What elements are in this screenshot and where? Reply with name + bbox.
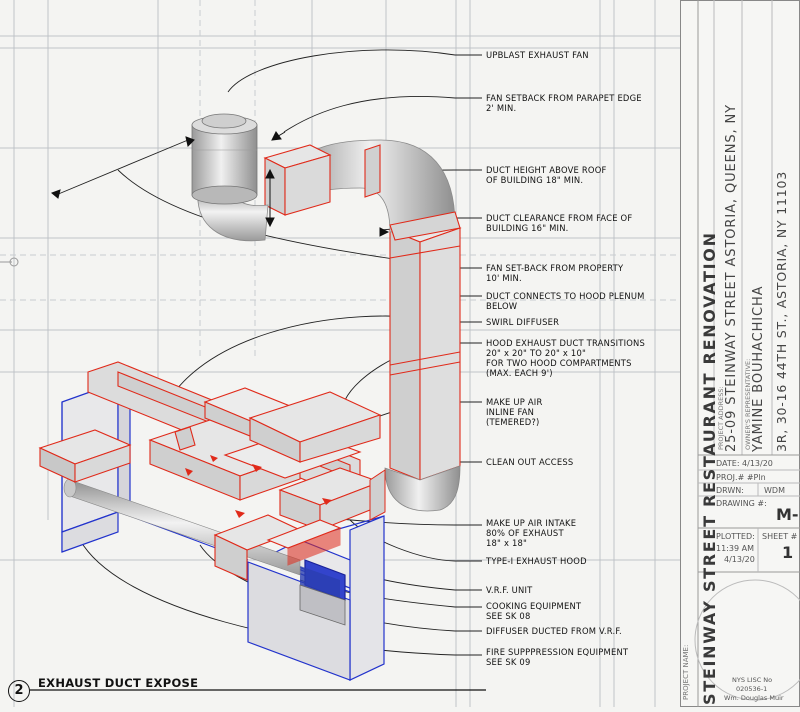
view-number: 2 — [8, 680, 30, 702]
callout-fan-setback-property: FAN SET-BACK FROM PROPERTY 10' MIN. — [486, 263, 624, 283]
callout-duct-clearance: DUCT CLEARANCE FROM FACE OF BUILDING 16" … — [486, 213, 633, 233]
sheet-label: SHEET # — [762, 532, 798, 541]
callout-upblast-exhaust-fan: UPBLAST EXHAUST FAN — [486, 50, 589, 60]
callout-duct-height: DUCT HEIGHT ABOVE ROOF OF BUILDING 18" MI… — [486, 165, 607, 185]
owner-rep-address: 3R, 30-16 44TH ST., ASTORIA, NY 11103 — [774, 171, 789, 452]
stamp-line-3: Wm. Douglas Muir — [724, 694, 784, 702]
drawn-value: WDM — [764, 486, 785, 495]
callout-make-up-air-intake: MAKE UP AIR INTAKE 80% OF EXHAUST 18" x 18… — [486, 518, 577, 548]
callout-hood-exhaust-transitions: HOOD EXHAUST DUCT TRANSITIONS 20" x 20" T… — [486, 338, 646, 378]
project-name-label: PROJECT NAME: — [682, 644, 690, 700]
upblast-exhaust-fan — [191, 113, 258, 205]
callout-fan-setback: FAN SETBACK FROM PARAPET EDGE 2' MIN. — [486, 93, 642, 113]
plotted-label: PLOTTED: — [716, 532, 755, 541]
owner-rep-name: YAMINE BOUHACHICHA — [751, 285, 766, 452]
callout-duct-connects: DUCT CONNECTS TO HOOD PLENUM BELOW — [486, 291, 645, 311]
duct-gooseneck — [263, 139, 461, 241]
callout-cooking-equipment: COOKING EQUIPMENT SEE SK 08 — [486, 601, 582, 621]
stamp-line-1: NYS LISC No — [732, 676, 773, 684]
callout-fire-suppression: FIRE SUPPPRESSION EQUIPMENT SEE SK 09 — [486, 647, 629, 667]
callout-swirl-diffuser: SWIRL DIFFUSER — [486, 317, 560, 327]
callout-diffuser-ducted: DIFFUSER DUCTED FROM V.R.F. — [486, 626, 622, 636]
stamp-line-2: 020536-1 — [736, 685, 768, 693]
drawing-number: M- — [776, 505, 799, 524]
vertical-riser-duct — [388, 217, 462, 481]
callout-vrf-unit: V.R.F. UNIT — [486, 585, 533, 595]
project-name: STEINWAY STREET RESTAURANT RENOVATION — [700, 231, 719, 705]
view-title: EXHAUST DUCT EXPOSE — [38, 676, 199, 690]
plotted-date: 4/13/20 — [724, 555, 755, 564]
callout-make-up-air-fan: MAKE UP AIR INLINE FAN (TEMERED?) — [486, 397, 543, 427]
sheet-number: 1 — [782, 543, 794, 562]
plotted-time: 11:39 AM — [716, 544, 754, 553]
callout-type-i-hood: TYPE-I EXHAUST HOOD — [486, 556, 587, 566]
proj-number: PROJ.# #Pln — [716, 473, 766, 482]
drawing-number-label: DRAWING #: — [716, 499, 767, 508]
title-block: PROJECT NAME: STEINWAY STREET RESTAURANT… — [680, 0, 800, 707]
date: DATE: 4/13/20 — [716, 459, 773, 468]
project-address: 25-09 STEINWAY STREET ASTORIA, QUEENS, N… — [724, 103, 739, 452]
drawn-label: DRWN: — [716, 486, 744, 495]
callout-clean-out-access: CLEAN OUT ACCESS — [486, 457, 574, 467]
